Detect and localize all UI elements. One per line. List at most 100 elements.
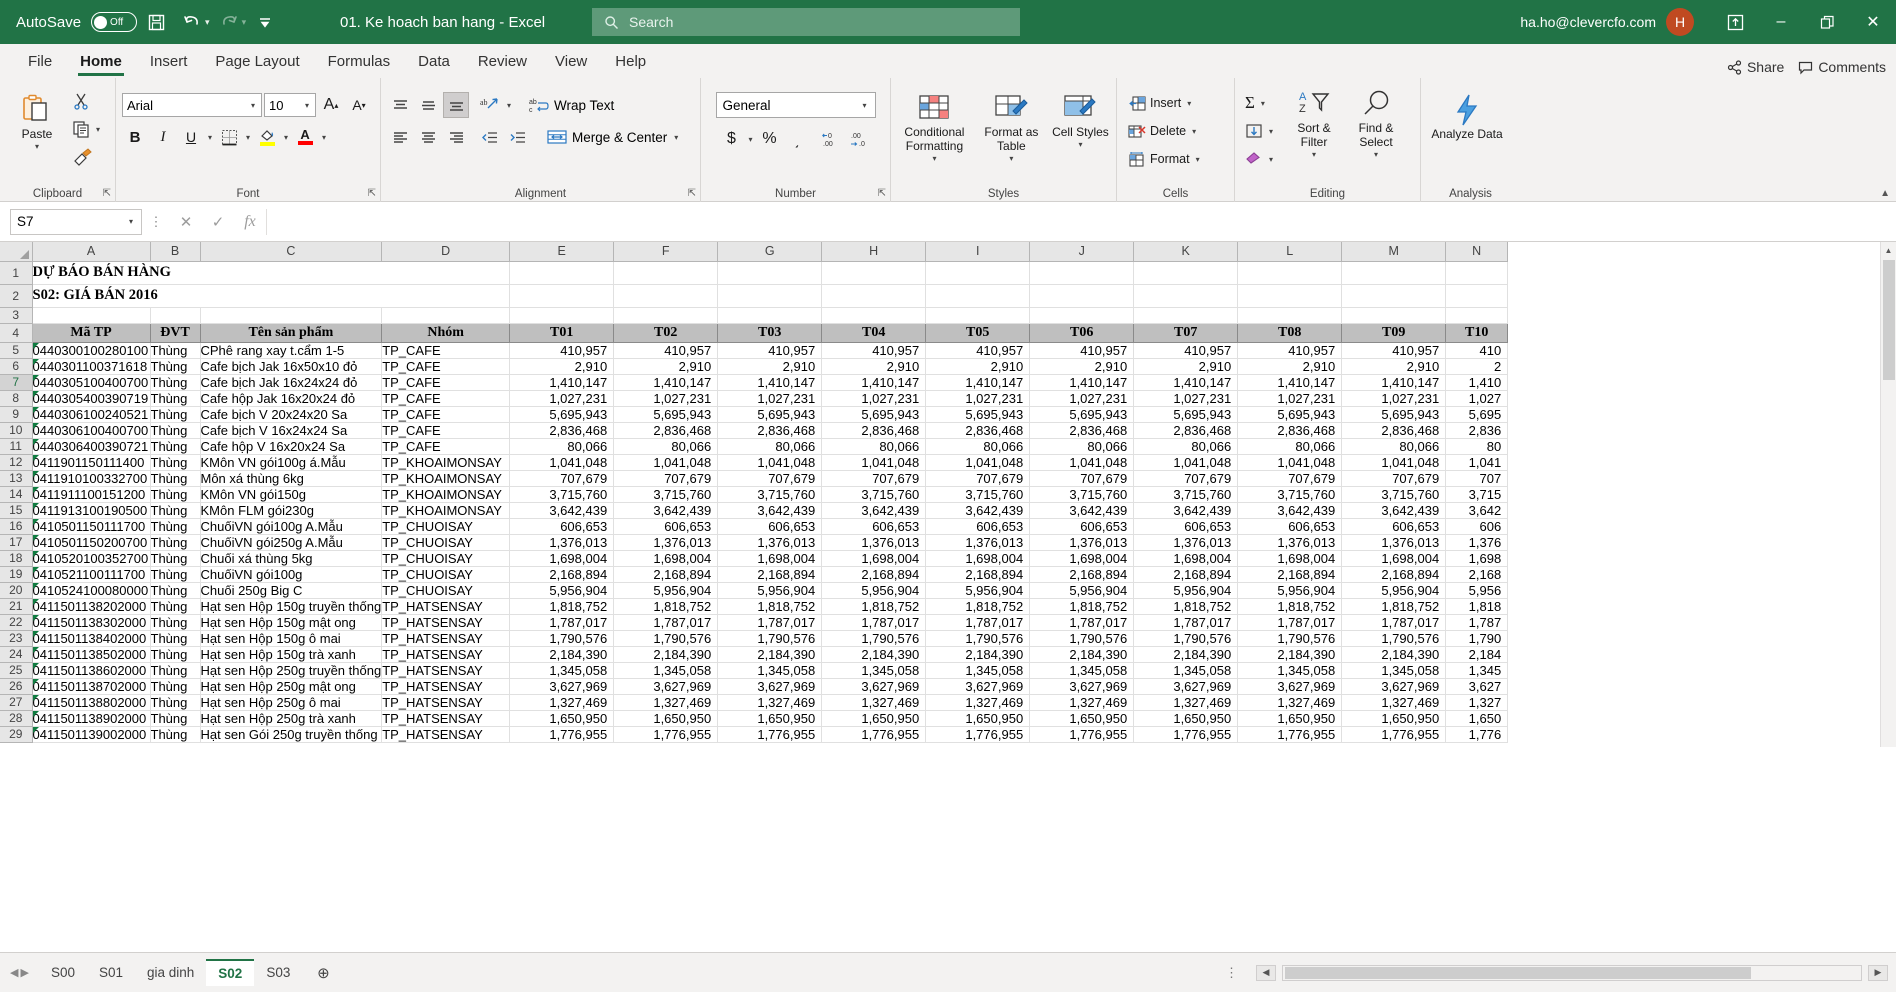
cell-M4[interactable]: T09 [1342,323,1446,342]
cell-M11[interactable]: 80,066 [1342,438,1446,454]
cell-J27[interactable]: 1,327,469 [1030,694,1134,710]
cell-M25[interactable]: 1,345,058 [1342,662,1446,678]
cell-J11[interactable]: 80,066 [1030,438,1134,454]
tab-help[interactable]: Help [601,49,660,78]
cell-N2[interactable] [1446,284,1508,307]
cell-N24[interactable]: 2,184 [1446,646,1508,662]
cell-F14[interactable]: 3,715,760 [614,486,718,502]
cell-H1[interactable] [822,261,926,284]
cell-K28[interactable]: 1,650,950 [1134,710,1238,726]
align-top-icon[interactable] [387,92,413,118]
row-header-10[interactable]: 10 [0,422,32,438]
cell-F19[interactable]: 2,168,894 [614,566,718,582]
merge-center-button[interactable]: Merge & Center ▾ [547,129,680,145]
cell-K8[interactable]: 1,027,231 [1134,390,1238,406]
cell-K29[interactable]: 1,776,955 [1134,726,1238,742]
orientation-dropdown-icon[interactable]: ▾ [505,101,513,110]
account-email[interactable]: ha.ho@clevercfo.com [1520,14,1656,30]
cell-styles-button[interactable]: Cell Styles ▾ [1051,86,1110,202]
share-button[interactable]: Share [1727,59,1784,75]
accounting-dropdown-icon[interactable]: ▾ [746,135,754,144]
cell-E25[interactable]: 1,345,058 [510,662,614,678]
column-header-H[interactable]: H [822,242,926,261]
cell-F21[interactable]: 1,818,752 [614,598,718,614]
delete-cells-button[interactable]: Delete ▾ [1123,118,1206,144]
cell-E8[interactable]: 1,027,231 [510,390,614,406]
cell-A21[interactable]: 0411501138202000 [32,598,150,614]
cell-E4[interactable]: T01 [510,323,614,342]
font-name-dropdown-icon[interactable]: ▾ [249,101,257,110]
cell-C7[interactable]: Cafe bịch Jak 16x24x24 đỏ [200,374,382,390]
cell-H10[interactable]: 2,836,468 [822,422,926,438]
cell-L21[interactable]: 1,818,752 [1238,598,1342,614]
cell-H3[interactable] [822,307,926,323]
tab-data[interactable]: Data [404,49,464,78]
sheet-tab-s02[interactable]: S02 [206,959,254,986]
cell-L25[interactable]: 1,345,058 [1238,662,1342,678]
cell-N15[interactable]: 3,642 [1446,502,1508,518]
orientation-icon[interactable]: ab [477,92,503,118]
cell-H19[interactable]: 2,168,894 [822,566,926,582]
cell-C19[interactable]: ChuốiVN gói100g [200,566,382,582]
cell-A28[interactable]: 0411501138902000 [32,710,150,726]
decrease-indent-icon[interactable] [477,124,503,150]
cell-J17[interactable]: 1,376,013 [1030,534,1134,550]
cell-M27[interactable]: 1,327,469 [1342,694,1446,710]
cell-D5[interactable]: TP_CAFE [382,342,510,358]
cell-L18[interactable]: 1,698,004 [1238,550,1342,566]
cell-A6[interactable]: 0440301100371618 [32,358,150,374]
cell-D15[interactable]: TP_KHOAIMONSAY [382,502,510,518]
format-cells-dropdown-icon[interactable]: ▾ [1194,155,1202,164]
cell-C15[interactable]: KMôn FLM gói230g [200,502,382,518]
cell-B10[interactable]: Thùng [150,422,200,438]
cell-B28[interactable]: Thùng [150,710,200,726]
cell-N12[interactable]: 1,041 [1446,454,1508,470]
row-header-13[interactable]: 13 [0,470,32,486]
cell-A1[interactable]: DỰ BÁO BÁN HÀNG [32,261,510,284]
cell-I16[interactable]: 606,653 [926,518,1030,534]
find-select-button[interactable]: Find & Select ▾ [1345,82,1407,202]
cell-E12[interactable]: 1,041,048 [510,454,614,470]
fill-color-button[interactable] [254,124,280,150]
row-header-14[interactable]: 14 [0,486,32,502]
row-header-4[interactable]: 4 [0,323,32,342]
cell-B8[interactable]: Thùng [150,390,200,406]
cell-M28[interactable]: 1,650,950 [1342,710,1446,726]
cell-C12[interactable]: KMôn VN gói100g á.Mẫu [200,454,382,470]
row-header-20[interactable]: 20 [0,582,32,598]
cell-G4[interactable]: T03 [718,323,822,342]
collapse-ribbon-icon[interactable]: ▲ [1880,188,1890,199]
row-header-27[interactable]: 27 [0,694,32,710]
cell-I17[interactable]: 1,376,013 [926,534,1030,550]
cell-D27[interactable]: TP_HATSENSAY [382,694,510,710]
sheet-nav-prev-icon[interactable]: ◀ [10,966,18,979]
cell-G28[interactable]: 1,650,950 [718,710,822,726]
cell-F25[interactable]: 1,345,058 [614,662,718,678]
cell-H21[interactable]: 1,818,752 [822,598,926,614]
cell-L24[interactable]: 2,184,390 [1238,646,1342,662]
delete-cells-dropdown-icon[interactable]: ▾ [1190,127,1198,136]
cell-L26[interactable]: 3,627,969 [1238,678,1342,694]
cell-K27[interactable]: 1,327,469 [1134,694,1238,710]
cell-J1[interactable] [1030,261,1134,284]
cell-I27[interactable]: 1,327,469 [926,694,1030,710]
cell-I23[interactable]: 1,790,576 [926,630,1030,646]
italic-button[interactable]: I [150,124,176,150]
cell-K20[interactable]: 5,956,904 [1134,582,1238,598]
cell-I2[interactable] [926,284,1030,307]
cell-L17[interactable]: 1,376,013 [1238,534,1342,550]
cell-H24[interactable]: 2,184,390 [822,646,926,662]
cell-H18[interactable]: 1,698,004 [822,550,926,566]
cell-D28[interactable]: TP_HATSENSAY [382,710,510,726]
cell-J25[interactable]: 1,345,058 [1030,662,1134,678]
cell-K11[interactable]: 80,066 [1134,438,1238,454]
cell-G26[interactable]: 3,627,969 [718,678,822,694]
column-header-L[interactable]: L [1238,242,1342,261]
cell-D25[interactable]: TP_HATSENSAY [382,662,510,678]
cell-L12[interactable]: 1,041,048 [1238,454,1342,470]
cell-H16[interactable]: 606,653 [822,518,926,534]
undo-icon[interactable] [175,7,209,37]
cell-B5[interactable]: Thùng [150,342,200,358]
cell-D18[interactable]: TP_CHUOISAY [382,550,510,566]
cell-D14[interactable]: TP_KHOAIMONSAY [382,486,510,502]
